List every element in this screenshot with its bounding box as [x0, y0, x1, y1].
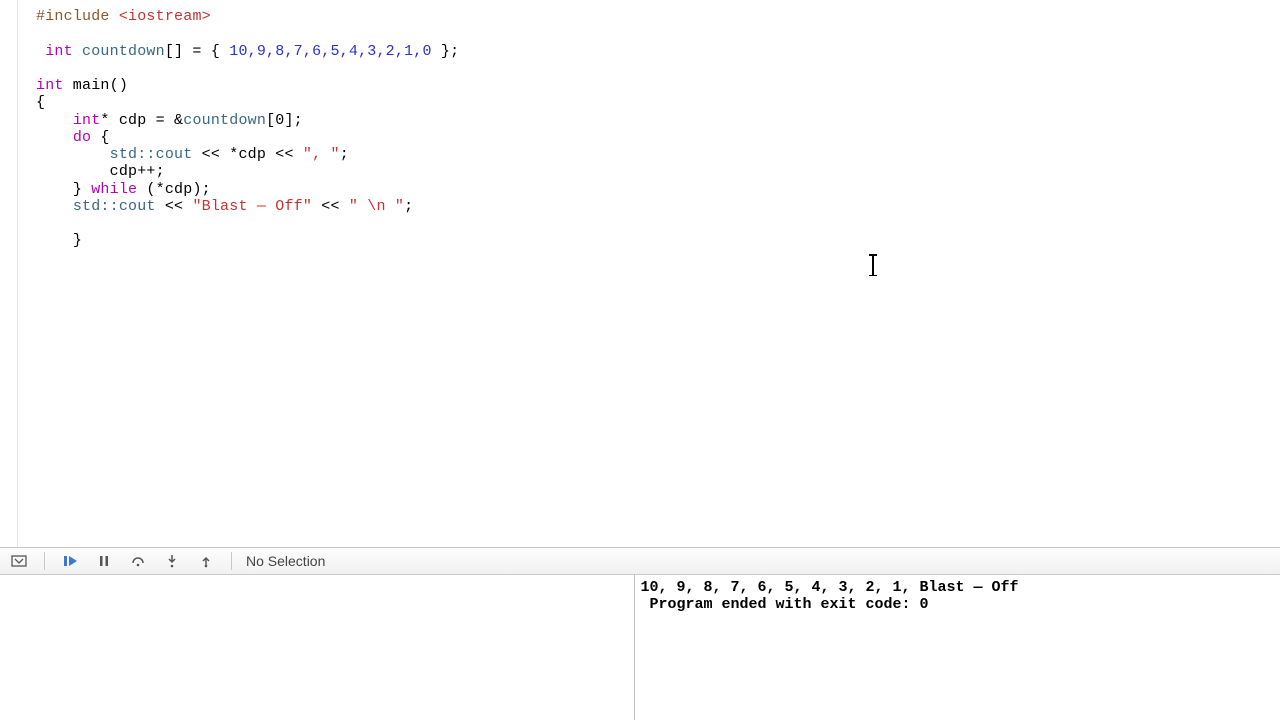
console-line: Program ended with exit code: 0 [641, 596, 929, 613]
continue-button[interactable] [55, 550, 85, 572]
text-cursor [872, 254, 873, 276]
pause-button[interactable] [89, 550, 119, 572]
keyword-int: int [36, 77, 64, 94]
editor-pane: #include <iostream> int countdown[] = { … [0, 0, 1280, 547]
bottom-pane: 10, 9, 8, 7, 6, 5, 4, 3, 2, 1, Blast — O… [0, 575, 1280, 720]
code-editor[interactable]: #include <iostream> int countdown[] = { … [18, 0, 1280, 547]
console-line: 10, 9, 8, 7, 6, 5, 4, 3, 2, 1, Blast — O… [641, 579, 1019, 596]
console-output[interactable]: 10, 9, 8, 7, 6, 5, 4, 3, 2, 1, Blast — O… [635, 575, 1280, 720]
step-out-button[interactable] [191, 550, 221, 572]
separator [231, 552, 232, 570]
toggle-panel-button[interactable] [4, 550, 34, 572]
preprocessor: #include [36, 8, 110, 25]
number-list: 10,9,8,7,6,5,4,3,2,1,0 [229, 43, 431, 60]
include-header: <iostream> [110, 8, 211, 25]
step-over-button[interactable] [123, 550, 153, 572]
separator [44, 552, 45, 570]
identifier: countdown [73, 43, 165, 60]
debug-toolbar: No Selection [0, 547, 1280, 575]
step-into-button[interactable] [157, 550, 187, 572]
keyword-int: int [45, 43, 73, 60]
debug-status: No Selection [242, 553, 325, 569]
gutter [0, 0, 18, 547]
variables-view[interactable] [0, 575, 634, 720]
